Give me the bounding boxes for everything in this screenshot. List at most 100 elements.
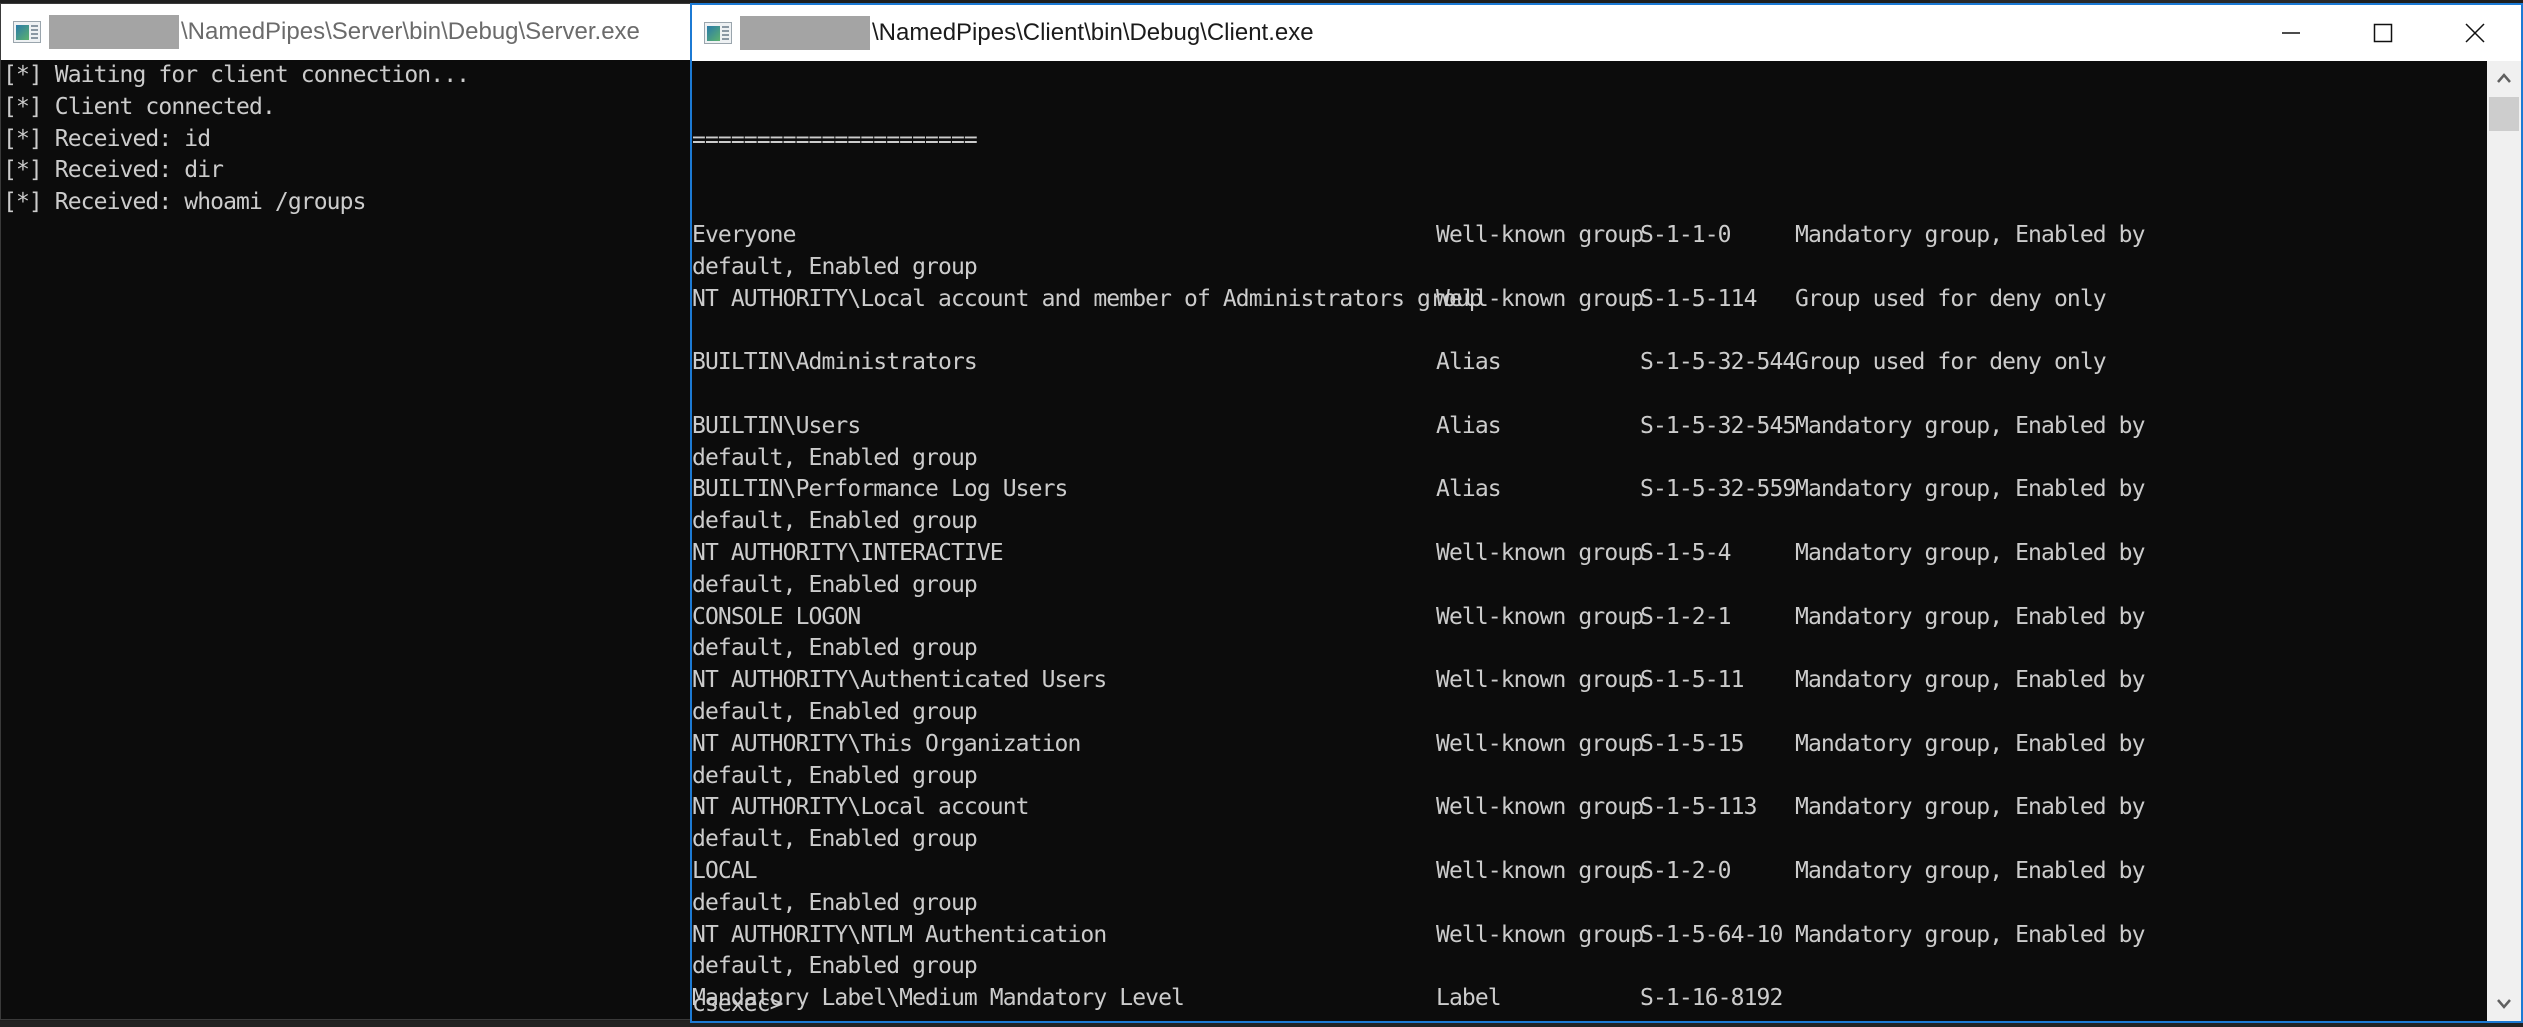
group-attributes-wrap xyxy=(692,379,2487,411)
scroll-down-button[interactable] xyxy=(2487,987,2521,1021)
console-line: [*] Received: id xyxy=(3,125,211,152)
group-row: NT AUTHORITY\INTERACTIVE Well-known group… xyxy=(692,538,2487,570)
group-row: BUILTIN\Users Alias S-1-5-32-545Mandatory … xyxy=(692,411,2487,443)
group-attributes-wrap: default, Enabled group xyxy=(692,826,978,853)
server-console-output[interactable]: [*] Waiting for client connection... [*] … xyxy=(1,60,691,1019)
group-attributes: Mandatory group, Enabled by xyxy=(1795,794,2145,821)
group-attributes: Mandatory group, Enabled by xyxy=(1795,857,2145,884)
group-name: Everyone xyxy=(692,221,796,248)
group-sid: S-1-1-0 xyxy=(1640,221,1732,248)
group-type: Alias xyxy=(1436,349,1502,376)
group-attributes: Mandatory group, Enabled by xyxy=(1795,730,2145,757)
chevron-down-icon xyxy=(2497,999,2511,1009)
group-name: NT AUTHORITY\Authenticated Users xyxy=(692,667,1107,694)
group-type: Well-known group xyxy=(1436,603,1644,630)
group-sid: S-1-5-114 xyxy=(1640,285,1757,312)
group-type: Well-known group xyxy=(1436,285,1644,312)
group-attributes-wrap: default, Enabled group xyxy=(692,698,978,725)
server-console-window[interactable]: \NamedPipes\Server\bin\Debug\Server.exe … xyxy=(0,3,692,1020)
console-line: [*] Waiting for client connection... xyxy=(3,62,470,88)
console-line: [*] Received: whoami /groups xyxy=(3,189,366,216)
group-type: Well-known group xyxy=(1436,221,1644,248)
group-sid: S-1-5-64-10 xyxy=(1640,921,1783,948)
group-name: NT AUTHORITY\INTERACTIVE xyxy=(692,539,1004,566)
group-attributes: Mandatory group, Enabled by xyxy=(1795,539,2145,566)
maximize-button[interactable] xyxy=(2337,5,2429,61)
group-row: NT AUTHORITY\This Organization Well-known… xyxy=(692,729,2487,761)
group-sid: S-1-5-32-559 xyxy=(1640,476,1796,503)
group-sid: S-1-2-0 xyxy=(1640,857,1732,884)
group-name: Mandatory Label\Medium Mandatory Level xyxy=(692,985,1185,1012)
separator-line: ====================== xyxy=(692,126,978,153)
server-window-title: \NamedPipes\Server\bin\Debug\Server.exe xyxy=(181,18,640,45)
group-row: NT AUTHORITY\Authenticated Users Well-kno… xyxy=(692,665,2487,697)
group-sid: S-1-2-1 xyxy=(1640,603,1732,630)
group-type: Well-known group xyxy=(1436,921,1644,948)
group-sid: S-1-5-32-544 xyxy=(1640,349,1796,376)
group-row: NT AUTHORITY\Local account Well-known gro… xyxy=(692,792,2487,824)
command-prompt[interactable]: csexec> xyxy=(692,989,784,1021)
group-row: NT AUTHORITY\Local account and member of… xyxy=(692,284,2487,316)
group-attributes-wrap: default, Enabled group xyxy=(692,762,978,789)
group-attributes-wrap xyxy=(692,315,2487,347)
client-console-output[interactable]: ====================== Everyone Well-know… xyxy=(692,61,2487,1021)
group-type: Well-known group xyxy=(1436,667,1644,694)
close-button[interactable] xyxy=(2429,5,2521,61)
group-type: Well-known group xyxy=(1436,794,1644,821)
group-attributes: Mandatory group, Enabled by xyxy=(1795,221,2145,248)
group-type: Alias xyxy=(1436,412,1502,439)
scrollbar-thumb[interactable] xyxy=(2489,97,2519,131)
group-attributes-wrap: default, Enabled group xyxy=(692,889,978,916)
group-name: BUILTIN\Administrators xyxy=(692,349,978,376)
group-attributes: Mandatory group, Enabled by xyxy=(1795,667,2145,694)
group-type: Label xyxy=(1436,985,1502,1012)
group-attributes-wrap: default, Enabled group xyxy=(692,253,978,280)
close-icon xyxy=(2465,23,2485,43)
vertical-scrollbar[interactable] xyxy=(2487,61,2521,1021)
group-row: LOCAL Well-known groupS-1-2-0 Mandatory gr… xyxy=(692,856,2487,888)
group-attributes-wrap: default, Enabled group xyxy=(692,635,978,662)
group-sid: S-1-5-11 xyxy=(1640,667,1744,694)
group-type: Well-known group xyxy=(1436,857,1644,884)
group-row: Mandatory Label\Medium Mandatory Level La… xyxy=(692,983,2487,1015)
group-attributes: Mandatory group, Enabled by xyxy=(1795,603,2145,630)
redacted-path xyxy=(49,15,179,49)
group-type: Well-known group xyxy=(1436,730,1644,757)
client-window-title: \NamedPipes\Client\bin\Debug\Client.exe xyxy=(872,19,1314,46)
group-name: LOCAL xyxy=(692,857,758,884)
group-type: Well-known group xyxy=(1436,539,1644,566)
group-row: BUILTIN\Performance Log Users Alias S-1-5-… xyxy=(692,474,2487,506)
console-line: [*] Client connected. xyxy=(3,93,276,120)
group-row: CONSOLE LOGON Well-known groupS-1-2-1 Mand… xyxy=(692,602,2487,634)
minimize-icon xyxy=(2282,32,2300,34)
group-sid: S-1-16-8192 xyxy=(1640,985,1783,1012)
console-app-icon xyxy=(704,22,732,44)
group-row: Everyone Well-known groupS-1-1-0 Mandatory… xyxy=(692,220,2487,252)
client-console-window[interactable]: \NamedPipes\Client\bin\Debug\Client.exe … xyxy=(690,3,2523,1023)
group-name: CONSOLE LOGON xyxy=(692,603,861,630)
group-name: NT AUTHORITY\Local account xyxy=(692,794,1030,821)
group-sid: S-1-5-4 xyxy=(1640,539,1732,566)
console-line: [*] Received: dir xyxy=(3,157,224,184)
group-attributes-wrap: default, Enabled group xyxy=(692,571,978,598)
group-attributes: Mandatory group, Enabled by xyxy=(1795,476,2145,503)
minimize-button[interactable] xyxy=(2245,5,2337,61)
group-attributes: Mandatory group, Enabled by xyxy=(1795,921,2145,948)
group-name: NT AUTHORITY\NTLM Authentication xyxy=(692,921,1107,948)
group-attributes: Group used for deny only xyxy=(1795,349,2107,376)
client-titlebar[interactable]: \NamedPipes\Client\bin\Debug\Client.exe xyxy=(692,5,2521,61)
group-row: NT AUTHORITY\NTLM Authentication Well-kno… xyxy=(692,920,2487,952)
group-attributes-wrap: default, Enabled group xyxy=(692,953,978,980)
maximize-icon xyxy=(2373,23,2393,43)
server-titlebar[interactable]: \NamedPipes\Server\bin\Debug\Server.exe xyxy=(1,4,691,60)
scroll-up-button[interactable] xyxy=(2487,61,2521,95)
console-app-icon xyxy=(13,21,41,43)
group-sid: S-1-5-113 xyxy=(1640,794,1757,821)
group-attributes-wrap: default, Enabled group xyxy=(692,444,978,471)
group-attributes-wrap: default, Enabled group xyxy=(692,508,978,535)
group-attributes: Mandatory group, Enabled by xyxy=(1795,412,2145,439)
group-sid: S-1-5-32-545 xyxy=(1640,412,1796,439)
group-name: BUILTIN\Users xyxy=(692,412,861,439)
group-attributes: Group used for deny only xyxy=(1795,285,2107,312)
group-name: BUILTIN\Performance Log Users xyxy=(692,476,1068,503)
